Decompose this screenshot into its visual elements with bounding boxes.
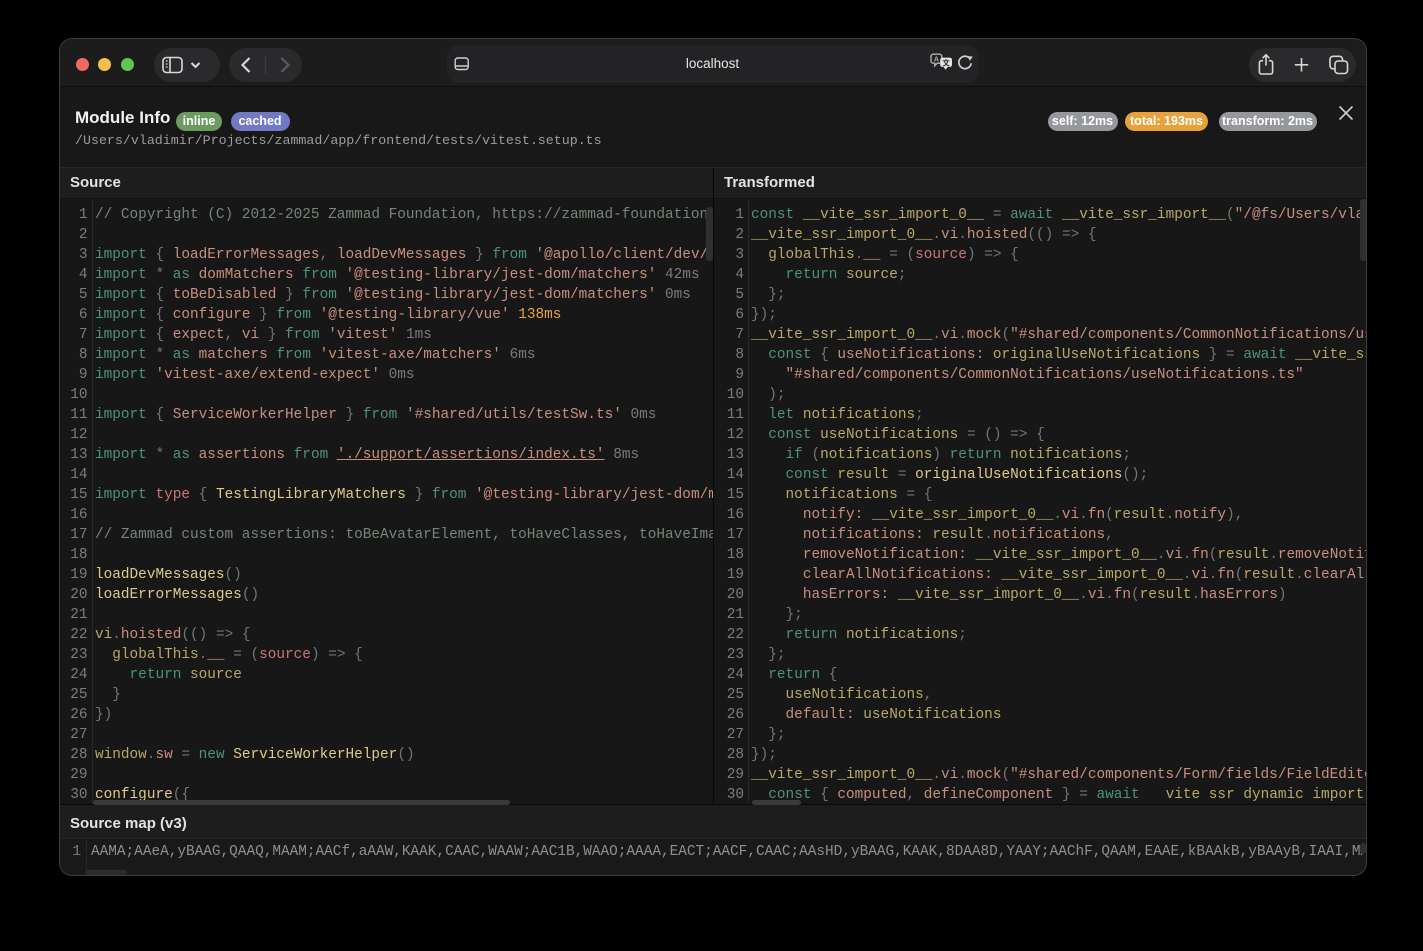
svg-text:A: A (934, 57, 939, 64)
svg-text:文: 文 (941, 58, 950, 67)
